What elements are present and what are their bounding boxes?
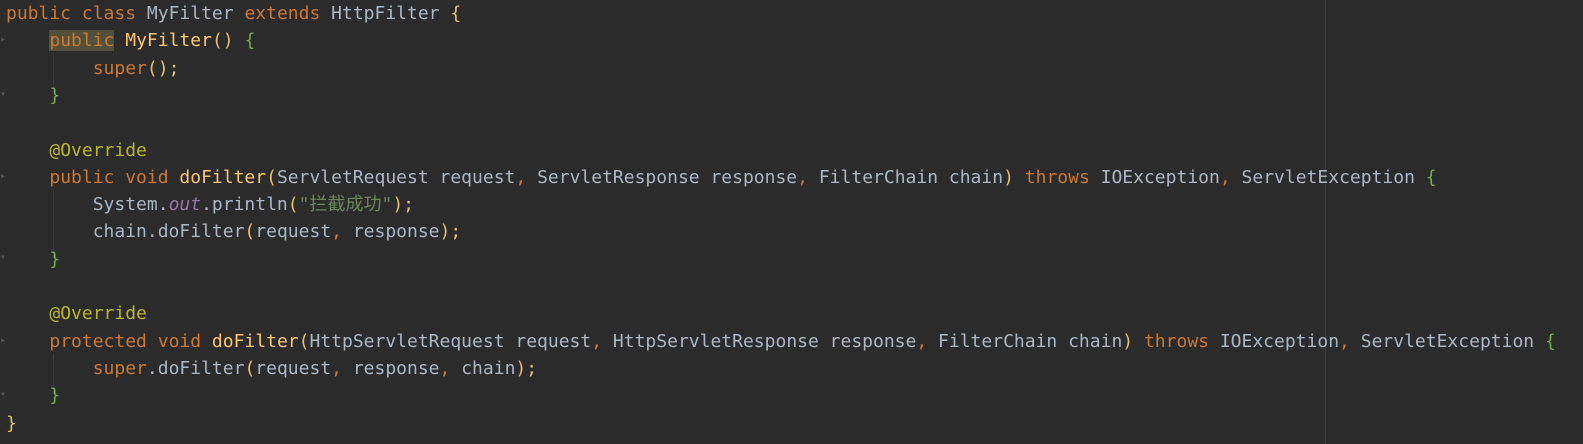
code-token: ); xyxy=(515,357,538,379)
code-token: ServletResponse response xyxy=(537,166,798,188)
code-token: @Override xyxy=(49,303,147,325)
code-token: } xyxy=(6,412,17,434)
code-token: MyFilter xyxy=(146,3,245,24)
code-editor[interactable]: ▸ ▾ ▸ ▾ ▸ ▾ public class MyFilter extend… xyxy=(0,0,1583,444)
code-token: request xyxy=(255,357,332,379)
code-token: ( xyxy=(266,166,277,188)
code-token: MyFilter xyxy=(125,30,212,52)
code-token: "拦截成功" xyxy=(298,194,393,216)
code-token: extends xyxy=(244,3,332,24)
code-token: ( xyxy=(244,357,256,379)
code-token: public void xyxy=(49,166,180,188)
code-token: ); xyxy=(392,194,414,216)
code-line[interactable]: super.doFilter(request, response, chain)… xyxy=(6,355,537,382)
code-token: , xyxy=(331,221,353,243)
code-token: } xyxy=(49,248,61,270)
code-token: response xyxy=(352,357,440,379)
code-token: ServletRequest request xyxy=(276,166,516,188)
code-token: () xyxy=(211,30,245,52)
code-token: IOException xyxy=(1219,330,1340,352)
code-token: , xyxy=(1339,330,1361,352)
code-token: IOException xyxy=(1100,166,1220,188)
code-token: System. xyxy=(92,194,169,216)
code-line[interactable]: } xyxy=(6,410,17,437)
code-line[interactable]: protected void doFilter(HttpServletReque… xyxy=(6,328,1556,355)
code-token: ServletException xyxy=(1360,330,1545,352)
code-token: { xyxy=(244,30,256,52)
code-line[interactable]: System.out.println("拦截成功"); xyxy=(6,191,414,218)
code-token: FilterChain chain xyxy=(818,166,1004,188)
code-token: ( xyxy=(244,221,256,243)
code-token: super xyxy=(92,357,147,379)
code-token: , xyxy=(331,357,353,379)
code-token: ) xyxy=(1122,330,1144,352)
code-token: @Override xyxy=(49,139,147,161)
code-line[interactable]: chain.doFilter(request, response); xyxy=(6,218,462,245)
code-line[interactable]: public void doFilter(ServletRequest requ… xyxy=(6,164,1437,191)
code-token: throws xyxy=(1143,330,1220,352)
code-token: { xyxy=(450,3,462,24)
code-line[interactable]: @Override xyxy=(6,137,147,164)
code-line[interactable]: super(); xyxy=(6,55,180,82)
code-token: doFilter xyxy=(211,330,299,352)
code-token: .doFilter xyxy=(146,357,245,379)
code-line[interactable]: } xyxy=(6,382,60,409)
code-token: ) xyxy=(1003,166,1025,188)
code-token: ( xyxy=(287,194,299,216)
code-token: request xyxy=(255,221,332,243)
code-token: } xyxy=(49,84,61,106)
code-token: HttpServletRequest request xyxy=(309,330,592,352)
code-token: chain xyxy=(461,357,516,379)
code-token: { xyxy=(1544,330,1556,352)
code-token: public class xyxy=(6,3,147,24)
code-line[interactable]: } xyxy=(6,246,60,273)
code-token: super xyxy=(92,57,147,79)
code-token: } xyxy=(49,385,61,407)
code-token: response xyxy=(352,221,440,243)
code-token: doFilter xyxy=(179,166,267,188)
code-token: .println xyxy=(201,194,288,216)
code-token: , xyxy=(439,357,462,379)
code-token: { xyxy=(1425,166,1437,188)
code-token: , xyxy=(916,330,939,352)
code-token: HttpFilter xyxy=(331,3,451,24)
code-token: FilterChain chain xyxy=(938,330,1123,352)
code-token: ( xyxy=(298,330,310,352)
code-line[interactable]: public MyFilter() { xyxy=(6,27,255,54)
code-line[interactable]: public class MyFilter extends HttpFilter… xyxy=(6,0,461,27)
code-token: public xyxy=(49,30,115,52)
code-line[interactable]: @Override xyxy=(6,300,147,327)
code-token: ); xyxy=(439,221,462,243)
code-token: protected void xyxy=(49,330,212,352)
code-token: , xyxy=(515,166,538,188)
right-margin-guide xyxy=(1325,0,1326,444)
code-token: , xyxy=(1219,166,1242,188)
code-token: ServletException xyxy=(1241,166,1426,188)
code-token: (); xyxy=(146,57,180,79)
code-token: chain.doFilter xyxy=(92,221,245,243)
code-token: , xyxy=(591,330,613,352)
code-token: HttpServletResponse response xyxy=(612,330,917,352)
code-token: out xyxy=(168,194,202,216)
code-line[interactable]: } xyxy=(6,82,60,109)
code-token: , xyxy=(797,166,819,188)
code-token: throws xyxy=(1024,166,1101,188)
